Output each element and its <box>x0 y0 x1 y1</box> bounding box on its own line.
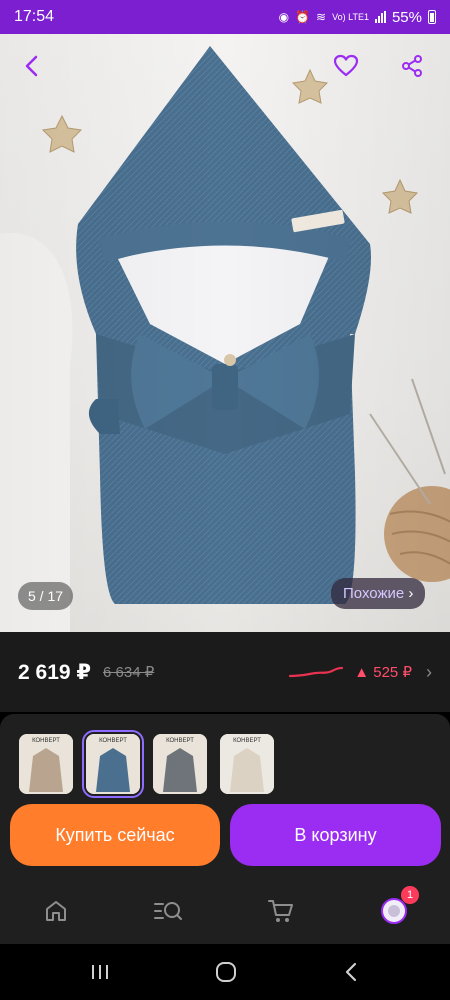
system-navigation <box>0 944 450 1000</box>
current-price: 2 619 ₽ <box>18 660 91 684</box>
buy-now-button[interactable]: Купить сейчас <box>10 804 220 866</box>
profile-badge: 1 <box>401 886 419 904</box>
product-photo <box>0 34 450 632</box>
variant-thumb-3[interactable]: КОНВЕРТ <box>153 734 207 794</box>
price-row[interactable]: 2 619 ₽ 6 634 ₽ ▲ 525 ₽ › <box>0 632 450 712</box>
signal-icon <box>374 11 386 23</box>
variant-label: КОНВЕРТ <box>32 738 60 744</box>
variant-label: КОНВЕРТ <box>166 738 194 744</box>
alarm-icon: ⏰ <box>295 10 311 24</box>
notification-icon: ◉ <box>278 10 290 24</box>
variant-label: КОНВЕРТ <box>233 738 261 744</box>
price-trend-sparkline <box>289 666 344 678</box>
product-image-gallery[interactable]: 5 / 17 Похожие › <box>0 34 450 632</box>
heart-icon <box>333 54 359 77</box>
bottom-navigation: 1 <box>0 880 450 944</box>
recents-icon <box>92 965 108 979</box>
status-bar: 17:54 ◉ ⏰ ≋ Vo) LTE1 55% <box>0 0 450 34</box>
variant-thumb-4[interactable]: КОНВЕРТ <box>220 734 274 794</box>
nav-catalog[interactable] <box>153 896 183 926</box>
variant-thumb-1[interactable]: КОНВЕРТ <box>19 734 73 794</box>
back-button[interactable] <box>14 48 50 84</box>
cart-icon <box>268 900 293 922</box>
gallery-pager: 5 / 17 <box>18 582 74 610</box>
variant-label: КОНВЕРТ <box>99 738 127 744</box>
share-button[interactable] <box>394 48 430 84</box>
add-to-cart-button[interactable]: В корзину <box>230 804 441 866</box>
battery-icon <box>428 10 436 24</box>
favorite-button[interactable] <box>328 48 364 84</box>
similar-label: Похожие <box>343 585 405 602</box>
price-delta: ▲ 525 ₽ <box>354 664 412 681</box>
back-icon <box>345 962 357 982</box>
similar-products-button[interactable]: Похожие › <box>331 578 426 609</box>
price-details-chevron-icon[interactable]: › <box>426 662 432 683</box>
wifi-icon: ≋ <box>316 10 327 24</box>
nav-home[interactable] <box>41 896 71 926</box>
home-circle-icon <box>216 962 236 982</box>
recents-button[interactable] <box>88 960 112 984</box>
catalog-search-icon <box>154 902 182 920</box>
home-system-button[interactable] <box>214 960 238 984</box>
back-system-button[interactable] <box>340 960 364 984</box>
share-icon <box>402 55 422 77</box>
home-icon <box>46 901 66 921</box>
price-trend[interactable]: ▲ 525 ₽ <box>288 663 412 681</box>
battery-percent: 55% <box>391 8 422 26</box>
variant-thumb-2[interactable]: КОНВЕРТ <box>82 730 144 798</box>
nav-cart[interactable] <box>266 896 296 926</box>
network-label: Vo) LTE1 <box>332 12 369 22</box>
status-icons: ◉ ⏰ ≋ Vo) LTE1 55% <box>279 9 436 26</box>
chevron-right-icon: › <box>408 585 414 602</box>
nav-profile[interactable]: 1 <box>379 886 419 926</box>
status-time: 17:54 <box>14 8 55 25</box>
chevron-left-icon <box>25 55 38 77</box>
old-price: 6 634 ₽ <box>103 664 155 681</box>
